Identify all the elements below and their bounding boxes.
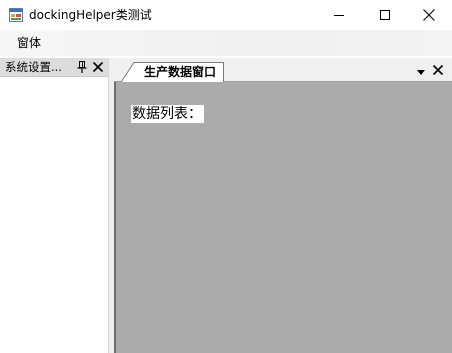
document-area: 生产数据窗口 数据列表： [114,58,452,353]
minimize-button[interactable] [316,0,362,30]
tab-production-data[interactable]: 生产数据窗口 [120,62,224,83]
document-content: 数据列表： [114,82,452,353]
title-bar: dockingHelper类测试 [0,0,452,30]
maximize-icon [380,10,390,20]
close-icon [423,9,435,21]
tab-strip: 生产数据窗口 [114,58,452,83]
window-close-button[interactable] [406,0,452,30]
data-list-label: 数据列表： [131,105,204,123]
pin-icon[interactable] [76,60,88,74]
window-title: dockingHelper类测试 [29,8,152,22]
close-icon[interactable] [432,64,444,76]
windows-form-icon[interactable] [9,8,23,22]
menu-item-form[interactable]: 窗体 [12,34,46,52]
left-panel-title: 系统设置... [5,60,62,74]
maximize-button[interactable] [362,0,408,30]
minimize-icon [334,15,344,16]
close-icon[interactable] [92,61,104,73]
left-dock-panel: 系统设置... [0,58,109,353]
left-panel-header[interactable]: 系统设置... [0,58,108,77]
menu-bar: 窗体 [0,30,452,56]
dropdown-arrow-icon[interactable] [416,66,426,75]
tab-label: 生产数据窗口 [144,65,217,79]
